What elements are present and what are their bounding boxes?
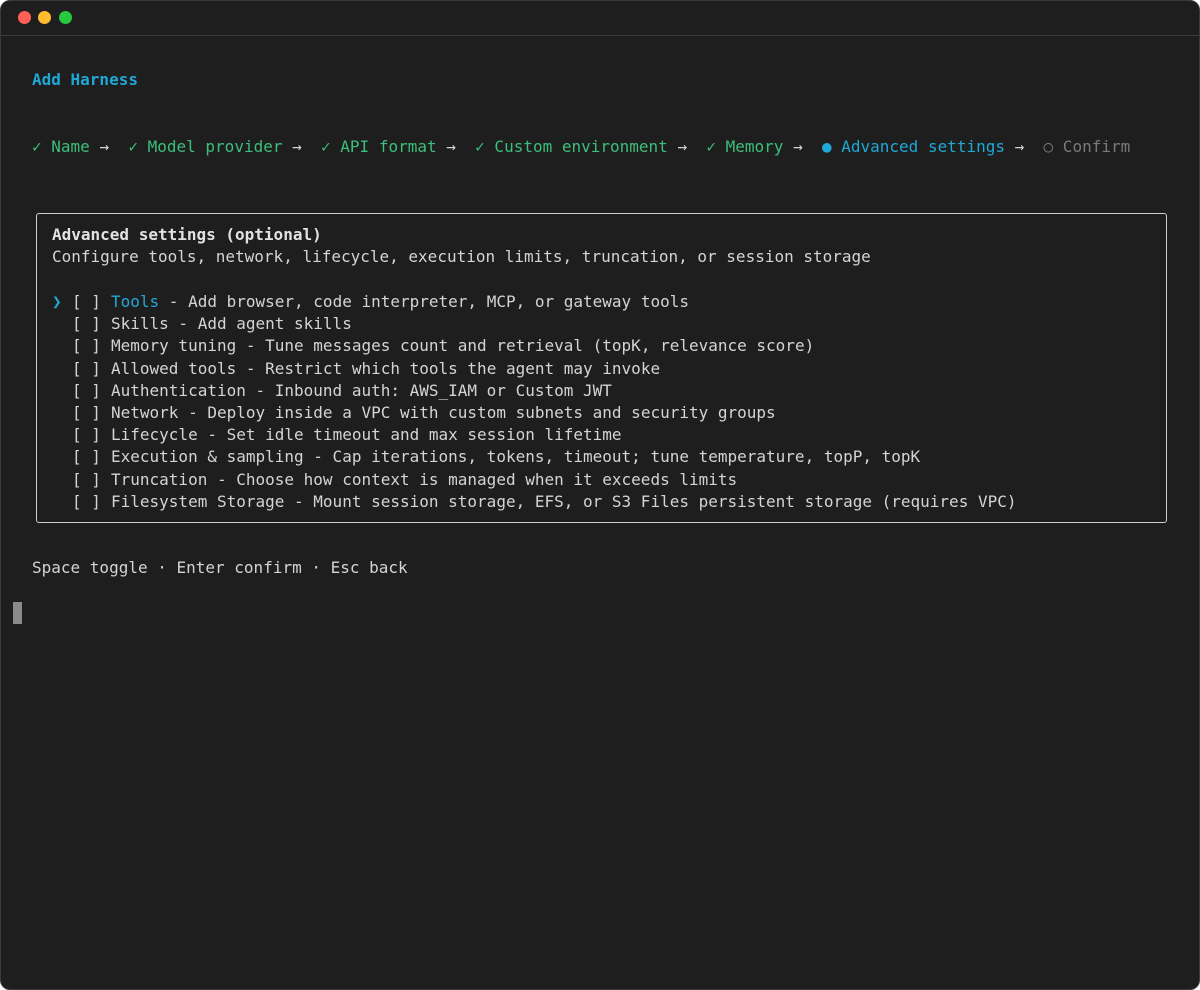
option-label: Lifecycle	[111, 425, 198, 445]
option-label: Network	[111, 402, 179, 422]
terminal-cursor	[13, 602, 22, 624]
option-text: Filesystem Storage - Mount session stora…	[111, 491, 1016, 513]
selection-chevron-icon: ❯	[52, 292, 62, 311]
option-description: - Deploy inside a VPC with custom subnet…	[178, 402, 776, 422]
keyboard-hint: Space toggle · Enter confirm · Esc back	[32, 558, 408, 577]
option-checkbox[interactable]: [ ]	[72, 469, 101, 491]
option-text: Execution & sampling - Cap iterations, t…	[111, 446, 920, 468]
option-label: Memory tuning	[111, 336, 237, 356]
advanced-settings-panel: Advanced settings (optional) Configure t…	[36, 213, 1167, 523]
step-label: Custom environment	[484, 137, 668, 156]
right-arrow-icon: →	[282, 137, 322, 156]
option-description: - Set idle timeout and max session lifet…	[197, 425, 622, 445]
checkmark-icon: ✓	[475, 137, 485, 156]
option-description: - Restrict which tools the agent may inv…	[236, 358, 661, 378]
step-label: Confirm	[1053, 137, 1131, 156]
right-arrow-icon: →	[436, 137, 476, 156]
option-label: Filesystem Storage	[111, 491, 285, 511]
option-label: Allowed tools	[111, 358, 237, 378]
step-label: API format	[330, 137, 437, 156]
option-text: Network - Deploy inside a VPC with custo…	[111, 402, 776, 424]
option-label: Skills	[111, 314, 169, 334]
step-memory: ✓ Memory →	[706, 137, 822, 156]
step-confirm: ○ Confirm	[1044, 137, 1131, 156]
checkmark-icon: ✓	[32, 137, 42, 156]
step-label: Advanced settings	[831, 137, 1005, 156]
option-description: - Tune messages count and retrieval (top…	[236, 336, 815, 356]
option-description: - Inbound auth: AWS_IAM or Custom JWT	[245, 380, 612, 400]
option-text: Memory tuning - Tune messages count and …	[111, 335, 814, 357]
close-window-button[interactable]	[18, 11, 31, 24]
option-checkbox[interactable]: [ ]	[72, 358, 101, 380]
zoom-window-button[interactable]	[59, 11, 72, 24]
filled-circle-icon: ●	[821, 137, 832, 156]
checkmark-icon: ✓	[706, 137, 716, 156]
step-advanced-settings: ● Advanced settings →	[822, 137, 1044, 156]
terminal-window: Add Harness ✓ Name → ✓ Model provider → …	[0, 0, 1200, 990]
option-text: Allowed tools - Restrict which tools the…	[111, 358, 660, 380]
minimize-window-button[interactable]	[38, 11, 51, 24]
option-checkbox[interactable]: [ ]	[72, 291, 101, 313]
option-label: Execution & sampling	[111, 447, 304, 467]
option-text: Authentication - Inbound auth: AWS_IAM o…	[111, 380, 612, 402]
option-description: - Add browser, code interpreter, MCP, or…	[159, 292, 689, 311]
panel-description: Configure tools, network, lifecycle, exe…	[52, 247, 871, 266]
option-checkbox[interactable]: [ ]	[72, 402, 101, 424]
option-checkbox[interactable]: [ ]	[72, 424, 101, 446]
option-checkbox[interactable]: [ ]	[72, 313, 101, 335]
checkmark-icon: ✓	[128, 137, 138, 156]
checkmark-icon: ✓	[321, 137, 331, 156]
step-label: Name	[41, 137, 90, 156]
right-arrow-icon: →	[1005, 137, 1044, 156]
page-title: Add Harness	[32, 70, 138, 89]
title-bar	[1, 1, 1199, 36]
right-arrow-icon: →	[783, 137, 822, 156]
option-checkbox[interactable]: [ ]	[72, 491, 101, 513]
empty-circle-icon: ○	[1043, 137, 1054, 156]
right-arrow-icon: →	[89, 137, 129, 156]
option-description: - Cap iterations, tokens, timeout; tune …	[303, 447, 921, 467]
option-text: Truncation - Choose how context is manag…	[111, 469, 737, 491]
option-description: - Add agent skills	[168, 314, 352, 334]
option-label: Truncation	[111, 469, 208, 489]
option-label: Tools	[111, 292, 160, 311]
step-api-format: ✓ API format →	[321, 137, 475, 156]
option-checkbox[interactable]: [ ]	[72, 380, 101, 402]
step-name: ✓ Name →	[32, 137, 128, 156]
option-label: Authentication	[111, 380, 246, 400]
option-description: - Mount session storage, EFS, or S3 File…	[284, 491, 1017, 511]
option-text: Lifecycle - Set idle timeout and max ses…	[111, 424, 622, 446]
step-model-provider: ✓ Model provider →	[128, 137, 321, 156]
right-arrow-icon: →	[667, 137, 707, 156]
option-checkbox[interactable]: [ ]	[72, 335, 101, 357]
step-label: Model provider	[137, 137, 283, 156]
panel-title: Advanced settings (optional)	[52, 225, 322, 244]
step-label: Memory	[716, 137, 784, 156]
option-description: - Choose how context is managed when it …	[207, 469, 738, 489]
wizard-steps: ✓ Name → ✓ Model provider → ✓ API format…	[32, 136, 1172, 158]
step-custom-environment: ✓ Custom environment →	[475, 137, 706, 156]
option-checkbox[interactable]: [ ]	[72, 446, 101, 468]
option-text: Skills - Add agent skills	[111, 313, 352, 335]
option-text: Tools - Add browser, code interpreter, M…	[111, 291, 689, 313]
